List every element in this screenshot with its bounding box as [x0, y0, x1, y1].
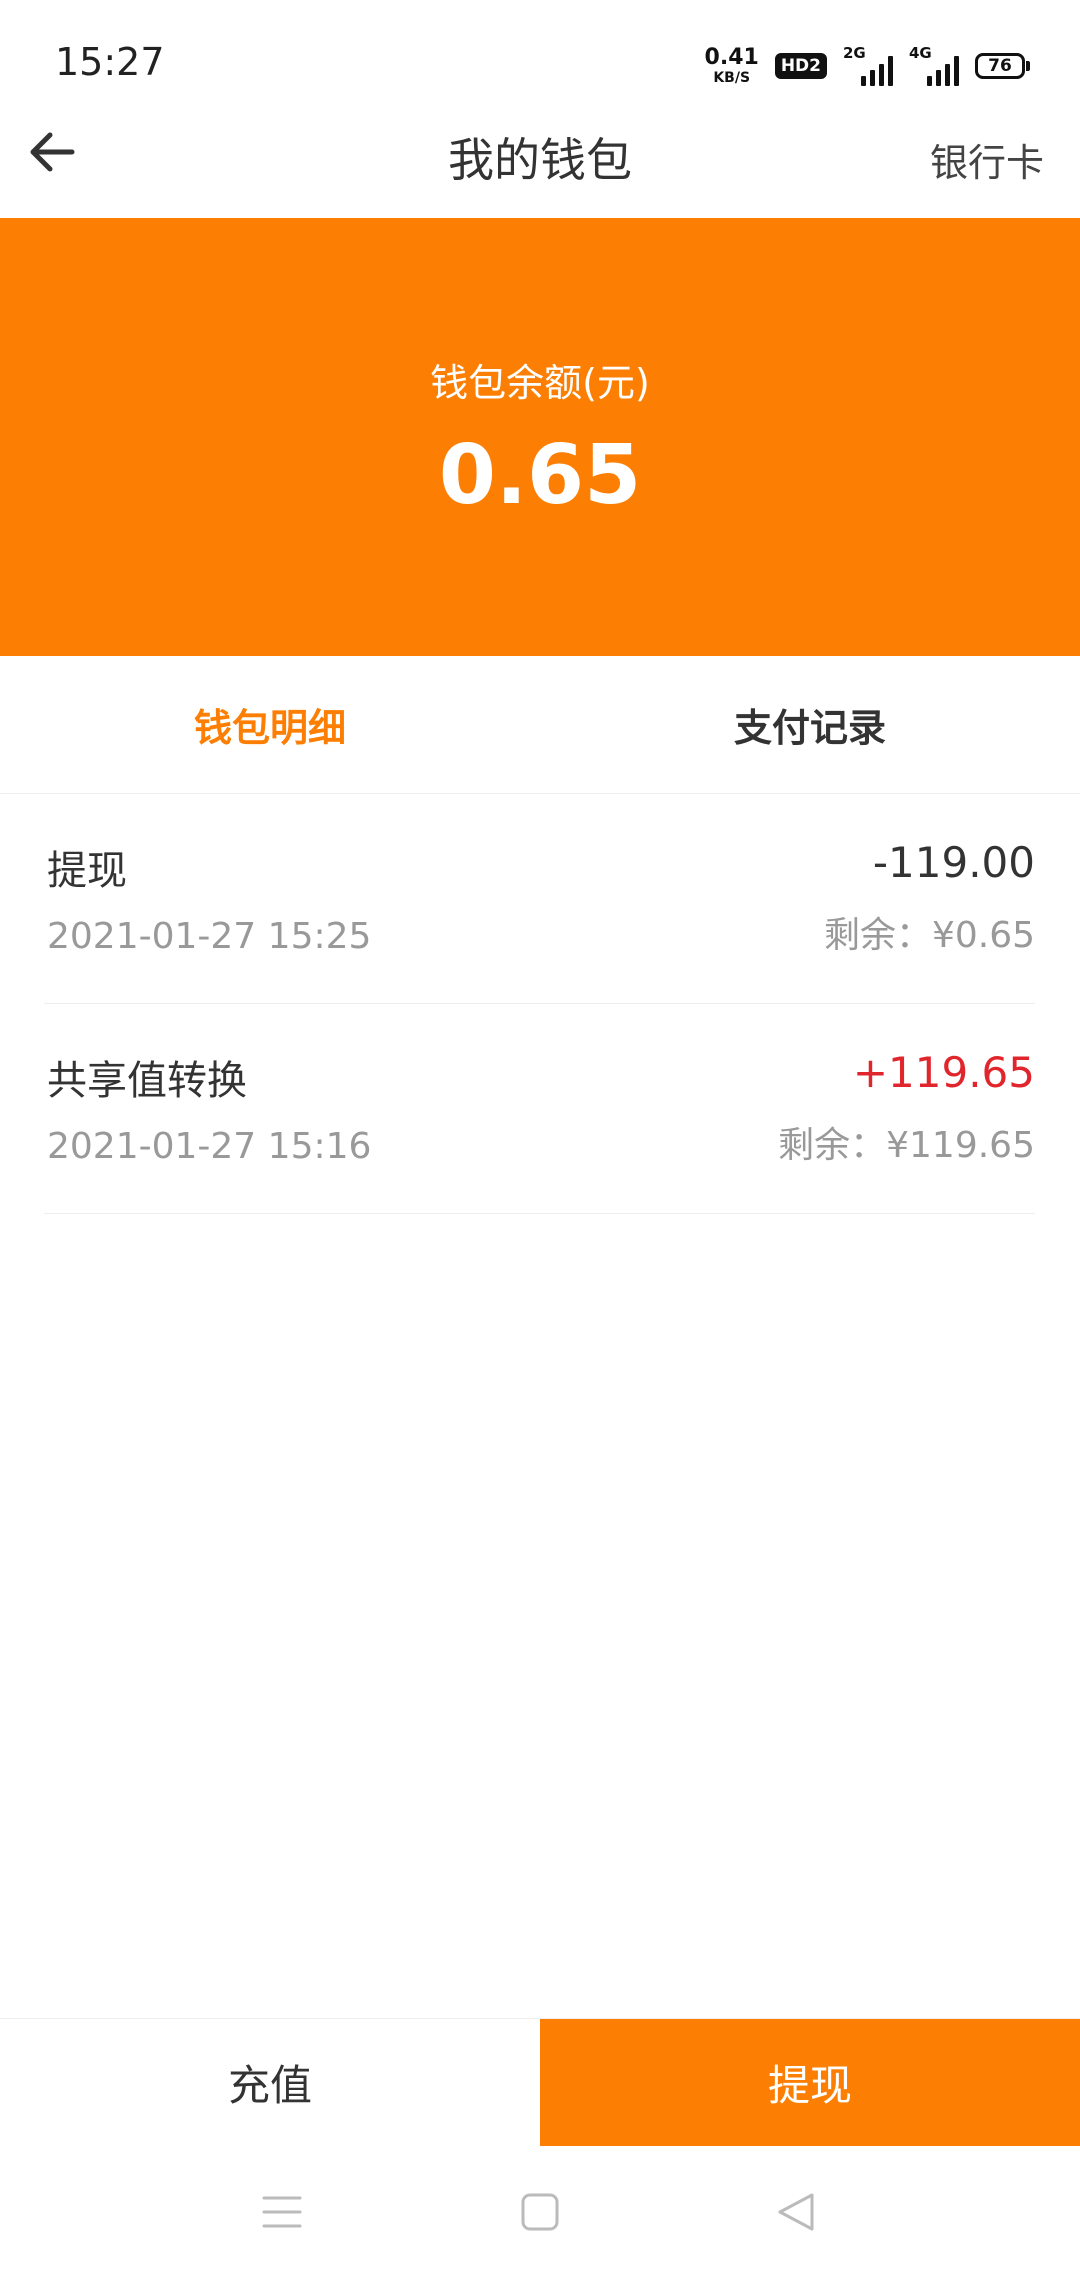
tab-payment-records[interactable]: 支付记录	[540, 656, 1080, 793]
bank-card-link[interactable]: 银行卡	[930, 132, 1044, 187]
record-remain: 剩余：¥119.65	[778, 1125, 1035, 1166]
net-speed-indicator: 0.41 KB/S	[704, 45, 759, 86]
battery-level: 76	[975, 53, 1025, 79]
nav-menu-button[interactable]	[252, 2182, 312, 2242]
list-item[interactable]: 提现 2021-01-27 15:25 -119.00 剩余：¥0.65	[44, 794, 1035, 1004]
bottom-action-bar: 充值 提现	[0, 2018, 1080, 2146]
back-triangle-icon	[778, 2193, 814, 2231]
menu-icon	[262, 2196, 302, 2228]
signal-4g-icon: 4G	[909, 44, 959, 86]
home-square-icon	[521, 2193, 559, 2231]
tab-bar: 钱包明细 支付记录	[0, 656, 1080, 794]
hd-badge: HD2	[774, 53, 827, 79]
record-remain: 剩余：¥0.65	[823, 915, 1035, 956]
record-amount: -119.00	[872, 838, 1035, 887]
recharge-button[interactable]: 充值	[0, 2019, 540, 2146]
signal-2g-icon: 2G	[843, 44, 893, 86]
balance-panel: 钱包余额(元) 0.65	[0, 218, 1080, 656]
battery-icon: 76	[975, 53, 1030, 79]
balance-label: 钱包余额(元)	[430, 361, 650, 405]
record-title: 共享值转换	[47, 1058, 247, 1104]
status-time: 15:27	[55, 40, 165, 84]
net-speed-value: 0.41	[704, 45, 759, 70]
record-list: 提现 2021-01-27 15:25 -119.00 剩余：¥0.65 共享值…	[44, 794, 1035, 1214]
system-nav-bar	[0, 2146, 1080, 2280]
record-date: 2021-01-27 15:16	[47, 1126, 372, 1167]
header: 我的钱包 银行卡	[0, 90, 1080, 218]
list-item[interactable]: 共享值转换 2021-01-27 15:16 +119.65 剩余：¥119.6…	[44, 1004, 1035, 1214]
withdraw-button[interactable]: 提现	[540, 2019, 1080, 2146]
record-date: 2021-01-27 15:25	[47, 916, 372, 957]
status-indicators: 0.41 KB/S HD2 2G 4G 76	[705, 44, 1030, 88]
net-speed-unit: KB/S	[713, 70, 751, 86]
balance-value: 0.65	[438, 428, 642, 523]
record-title: 提现	[47, 848, 127, 894]
nav-back-button[interactable]	[766, 2182, 826, 2242]
tab-wallet-details[interactable]: 钱包明细	[0, 656, 540, 793]
record-amount: +119.65	[852, 1048, 1035, 1097]
page-title: 我的钱包	[448, 133, 632, 187]
nav-home-button[interactable]	[510, 2182, 570, 2242]
